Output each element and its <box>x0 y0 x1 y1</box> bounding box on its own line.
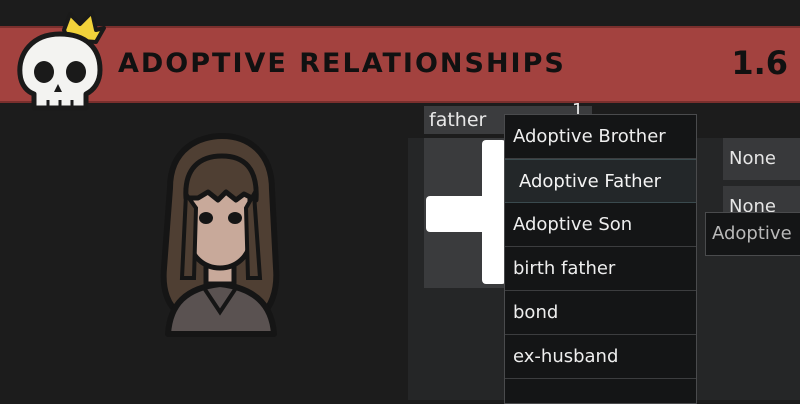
none-field-1[interactable]: None <box>723 138 800 180</box>
dropdown-item-birth-father[interactable]: birth father <box>505 247 696 291</box>
relation-type-dropdown[interactable]: Adoptive Brother Adoptive Father Adoptiv… <box>504 114 697 404</box>
tooltip: Adoptive <box>705 212 800 256</box>
plus-icon <box>426 140 516 284</box>
character-portrait <box>160 133 280 337</box>
dropdown-item-adoptive-brother[interactable]: Adoptive Brother <box>505 115 696 159</box>
dropdown-item-adoptive-father[interactable]: Adoptive Father <box>505 159 696 203</box>
version-label: 1.6 <box>731 44 788 82</box>
banner-title: Adoptive Relationships <box>118 48 566 79</box>
dropdown-item-adoptive-son[interactable]: Adoptive Son <box>505 203 696 247</box>
crowned-skull-icon <box>17 10 106 111</box>
dropdown-item-bond[interactable]: bond <box>505 291 696 335</box>
dropdown-item-ex-husband[interactable]: ex-husband <box>505 335 696 379</box>
